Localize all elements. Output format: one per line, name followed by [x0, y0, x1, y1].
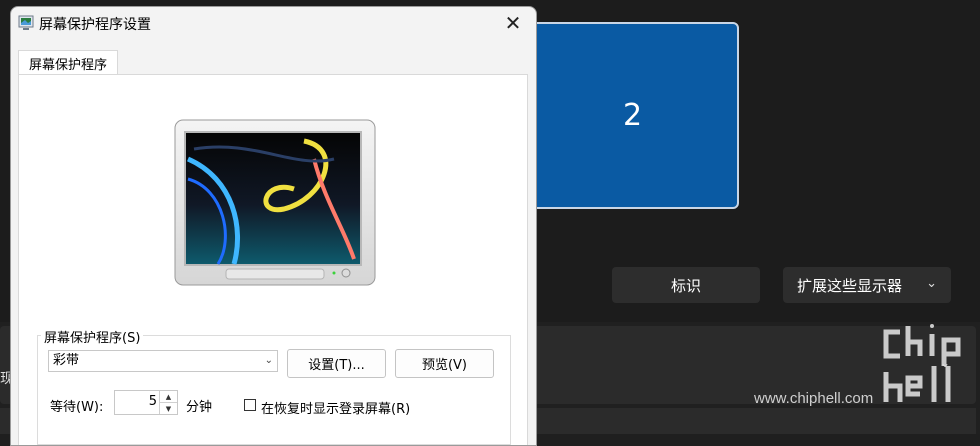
screensaver-dropdown[interactable]: 彩带 ⌄	[48, 350, 278, 372]
increment-icon[interactable]: ▲	[159, 391, 177, 403]
settings-button-label: 设置(T)...	[308, 358, 365, 373]
screensaver-selected: 彩带	[53, 353, 80, 368]
wait-minutes-stepper[interactable]: 5 ▲ ▼	[114, 390, 178, 415]
tab-screensaver[interactable]: 屏幕保护程序	[18, 50, 118, 75]
screensaver-group-label: 屏幕保护程序(S)	[41, 327, 144, 346]
display-2-tile[interactable]: 2	[526, 22, 739, 209]
dialog-title: 屏幕保护程序设置	[39, 17, 151, 33]
close-icon: ✕	[504, 11, 522, 35]
chiphell-logo	[883, 324, 961, 402]
close-button[interactable]: ✕	[490, 7, 536, 39]
chevron-down-icon: ⌄	[926, 276, 937, 291]
chevron-down-icon: ⌄	[264, 355, 273, 366]
settings-button[interactable]: 设置(T)...	[287, 349, 386, 378]
wait-minutes-value[interactable]: 5	[149, 394, 157, 409]
identify-button[interactable]: 标识	[612, 267, 760, 303]
title-bar[interactable]: 屏幕保护程序设置 ✕	[11, 7, 536, 39]
wait-label: 等待(W):	[50, 400, 104, 415]
watermark-url: www.chiphell.com	[754, 390, 874, 407]
wait-unit: 分钟	[186, 400, 213, 415]
identify-button-label: 标识	[670, 276, 701, 295]
display-2-label: 2	[622, 98, 643, 133]
screensaver-preview-monitor	[174, 119, 376, 286]
screensaver-settings-dialog: 屏幕保护程序设置 ✕ 屏幕保护程序 屏幕保护程序(S) 彩带 ⌄ 设置(T)..…	[10, 6, 537, 446]
logon-checkbox[interactable]	[244, 399, 256, 411]
display-mode-value: 扩展这些显示器	[797, 276, 903, 295]
display-mode-dropdown[interactable]: 扩展这些显示器 ⌄	[783, 267, 951, 303]
screensaver-app-icon	[18, 15, 34, 30]
tab-label: 屏幕保护程序	[28, 57, 107, 73]
decrement-icon[interactable]: ▼	[159, 403, 177, 414]
preview-button-label: 预览(V)	[421, 358, 468, 373]
preview-button[interactable]: 预览(V)	[395, 349, 494, 378]
logon-checkbox-label[interactable]: 在恢复时显示登录屏幕(R)	[261, 398, 410, 417]
